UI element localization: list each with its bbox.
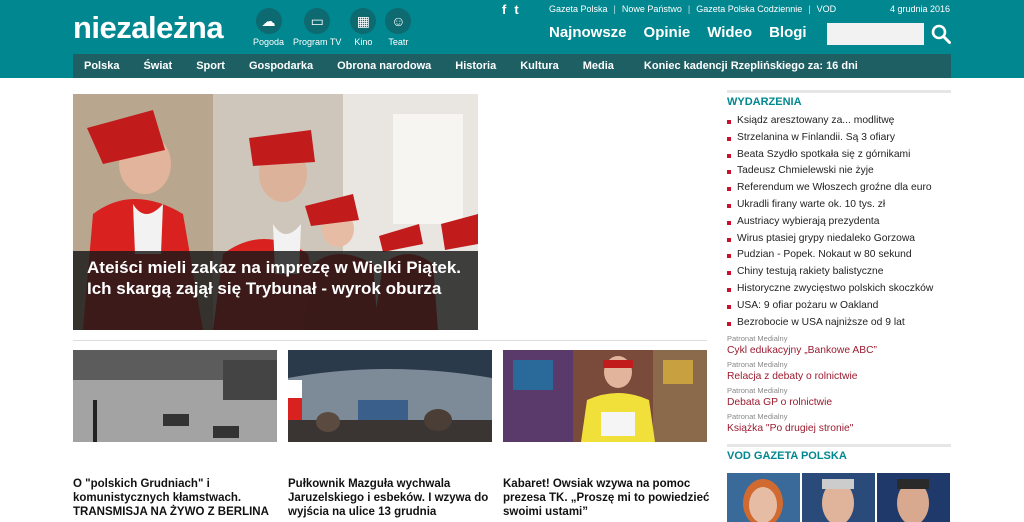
sidebar-heading-wydarzenia: WYDARZENIA	[727, 96, 802, 108]
category-media[interactable]: Media	[583, 60, 614, 72]
article-thumbnail-2[interactable]	[288, 350, 492, 442]
sidebar-rule	[727, 90, 951, 93]
event-item[interactable]: Pudzian - Popek. Nokaut w 80 sekund	[727, 247, 951, 264]
event-item[interactable]: Strzelanina w Finlandii. Są 3 ofiary	[727, 130, 951, 147]
patronage-link[interactable]: Książka "Po drugiej stronie"	[727, 422, 951, 436]
patronage-label: Patronat Medialny	[727, 412, 788, 422]
service-icon-nav: ☁ Pogoda ▭ Program TV ▦ Kino ☺ Teatr	[253, 8, 420, 47]
event-item[interactable]: Bezrobocie w USA najniższe od 9 lat	[727, 315, 951, 332]
event-item[interactable]: Referendum we Włoszech groźne dla euro	[727, 180, 951, 197]
service-program-tv[interactable]: ▭ Program TV	[293, 8, 341, 47]
patronage-label: Patronat Medialny	[727, 386, 788, 396]
tv-icon: ▭	[304, 8, 331, 34]
sidebar-heading-vod: VOD GAZETA POLSKA	[727, 450, 847, 463]
patronage-label: Patronat Medialny	[727, 360, 788, 370]
article-thumbnail-1[interactable]	[73, 350, 277, 442]
facebook-icon[interactable]: f	[502, 2, 506, 17]
link-vod[interactable]: VOD	[817, 4, 837, 14]
link-nowe-panstwo[interactable]: Nowe Państwo	[622, 4, 682, 14]
social-links: f t	[502, 2, 527, 17]
content-divider	[73, 340, 707, 341]
category-sport[interactable]: Sport	[196, 60, 225, 72]
event-item[interactable]: Chiny testują rakiety balistyczne	[727, 264, 951, 281]
event-item[interactable]: Ksiądz aresztowany za... modlitwę	[727, 113, 951, 130]
separator: |	[613, 4, 616, 14]
event-item[interactable]: USA: 9 ofiar pożaru w Oakland	[727, 298, 951, 315]
search-input[interactable]	[827, 23, 924, 45]
category-nav: Polska Świat Sport Gospodarka Obrona nar…	[73, 54, 951, 78]
vod-image	[877, 473, 950, 522]
article-title-1[interactable]: O "polskich Grudniach" i komunistycznych…	[73, 477, 283, 519]
article-image-owsiak	[503, 350, 707, 442]
vod-image	[727, 473, 800, 522]
vod-image	[802, 473, 875, 522]
event-item[interactable]: Beata Szydło spotkała się z górnikami	[727, 147, 951, 164]
service-label: Kino	[354, 37, 373, 47]
service-pogoda[interactable]: ☁ Pogoda	[253, 8, 284, 47]
sidebar: WYDARZENIA Ksiądz aresztowany za... modl…	[727, 90, 951, 462]
category-gospodarka[interactable]: Gospodarka	[249, 60, 313, 72]
link-gazeta-polska[interactable]: Gazeta Polska	[549, 4, 608, 14]
nav-wideo[interactable]: Wideo	[707, 24, 752, 41]
category-swiat[interactable]: Świat	[143, 60, 172, 72]
event-item[interactable]: Ukradli firany warte ok. 10 tys. zł	[727, 197, 951, 214]
event-item[interactable]: Tadeusz Chmielewski nie żyje	[727, 163, 951, 180]
vod-thumbnail-3[interactable]	[877, 473, 950, 522]
patronage-link[interactable]: Cykl edukacyjny „Bankowe ABC”	[727, 344, 951, 358]
publication-links: Gazeta Polska | Nowe Państwo | Gazeta Po…	[549, 4, 836, 14]
category-kultura[interactable]: Kultura	[520, 60, 559, 72]
sidebar-rule	[727, 444, 951, 448]
service-teatr[interactable]: ☺ Teatr	[385, 8, 412, 47]
nav-blogi[interactable]: Blogi	[769, 24, 807, 41]
patronage-link[interactable]: Debata GP o rolnictwie	[727, 396, 951, 410]
category-obrona-narodowa[interactable]: Obrona narodowa	[337, 60, 431, 72]
event-item[interactable]: Historyczne zwycięstwo polskich skoczków	[727, 281, 951, 298]
weather-icon: ☁	[255, 8, 282, 34]
hero-article[interactable]: Ateiści mieli zakaz na imprezę w Wielki …	[73, 94, 478, 330]
service-label: Teatr	[388, 37, 409, 47]
nav-opinie[interactable]: Opinie	[644, 24, 691, 41]
theater-masks-icon: ☺	[385, 8, 412, 34]
article-thumbnail-3[interactable]	[503, 350, 707, 442]
event-item[interactable]: Austriacy wybierają prezydenta	[727, 214, 951, 231]
vod-thumbnail-2[interactable]	[802, 473, 875, 522]
twitter-icon[interactable]: t	[514, 2, 518, 17]
ticker-countdown[interactable]: Koniec kadencji Rzeplińskiego za: 16 dni	[644, 60, 858, 72]
hero-title[interactable]: Ateiści mieli zakaz na imprezę w Wielki …	[73, 251, 478, 330]
service-label: Pogoda	[253, 37, 285, 47]
article-image-protest	[288, 350, 492, 442]
current-date: 4 grudnia 2016	[889, 4, 950, 14]
main-nav: Najnowsze Opinie Wideo Blogi	[549, 24, 824, 41]
category-historia[interactable]: Historia	[455, 60, 496, 72]
separator: |	[687, 4, 691, 14]
film-icon: ▦	[350, 8, 377, 34]
service-kino[interactable]: ▦ Kino	[350, 8, 377, 47]
article-image-berlin	[73, 350, 277, 442]
patronage-label: Patronat Medialny	[727, 334, 788, 344]
events-list: Ksiądz aresztowany za... modlitwę Strzel…	[727, 113, 951, 331]
patronage-list: Patronat Medialny Cykl edukacyjny „Banko…	[727, 334, 951, 436]
article-title-2[interactable]: Pułkownik Mazguła wychwala Jaruzelskiego…	[288, 477, 498, 519]
patronage-link[interactable]: Relacja z debaty o rolnictwie	[727, 370, 951, 384]
site-logo[interactable]: niezależna	[73, 8, 224, 48]
service-label: Program TV	[293, 37, 342, 47]
separator: |	[808, 4, 811, 14]
search-icon[interactable]	[931, 24, 951, 44]
vod-thumbnail-1[interactable]	[727, 473, 800, 522]
nav-najnowsze[interactable]: Najnowsze	[549, 24, 627, 41]
event-item[interactable]: Wirus ptasiej grypy niedaleko Gorzowa	[727, 231, 951, 248]
link-gazeta-polska-codziennie[interactable]: Gazeta Polska Codziennie	[696, 4, 802, 14]
category-polska[interactable]: Polska	[84, 60, 119, 72]
article-title-3[interactable]: Kabaret! Owsiak wzywa na pomoc prezesa T…	[503, 477, 713, 519]
